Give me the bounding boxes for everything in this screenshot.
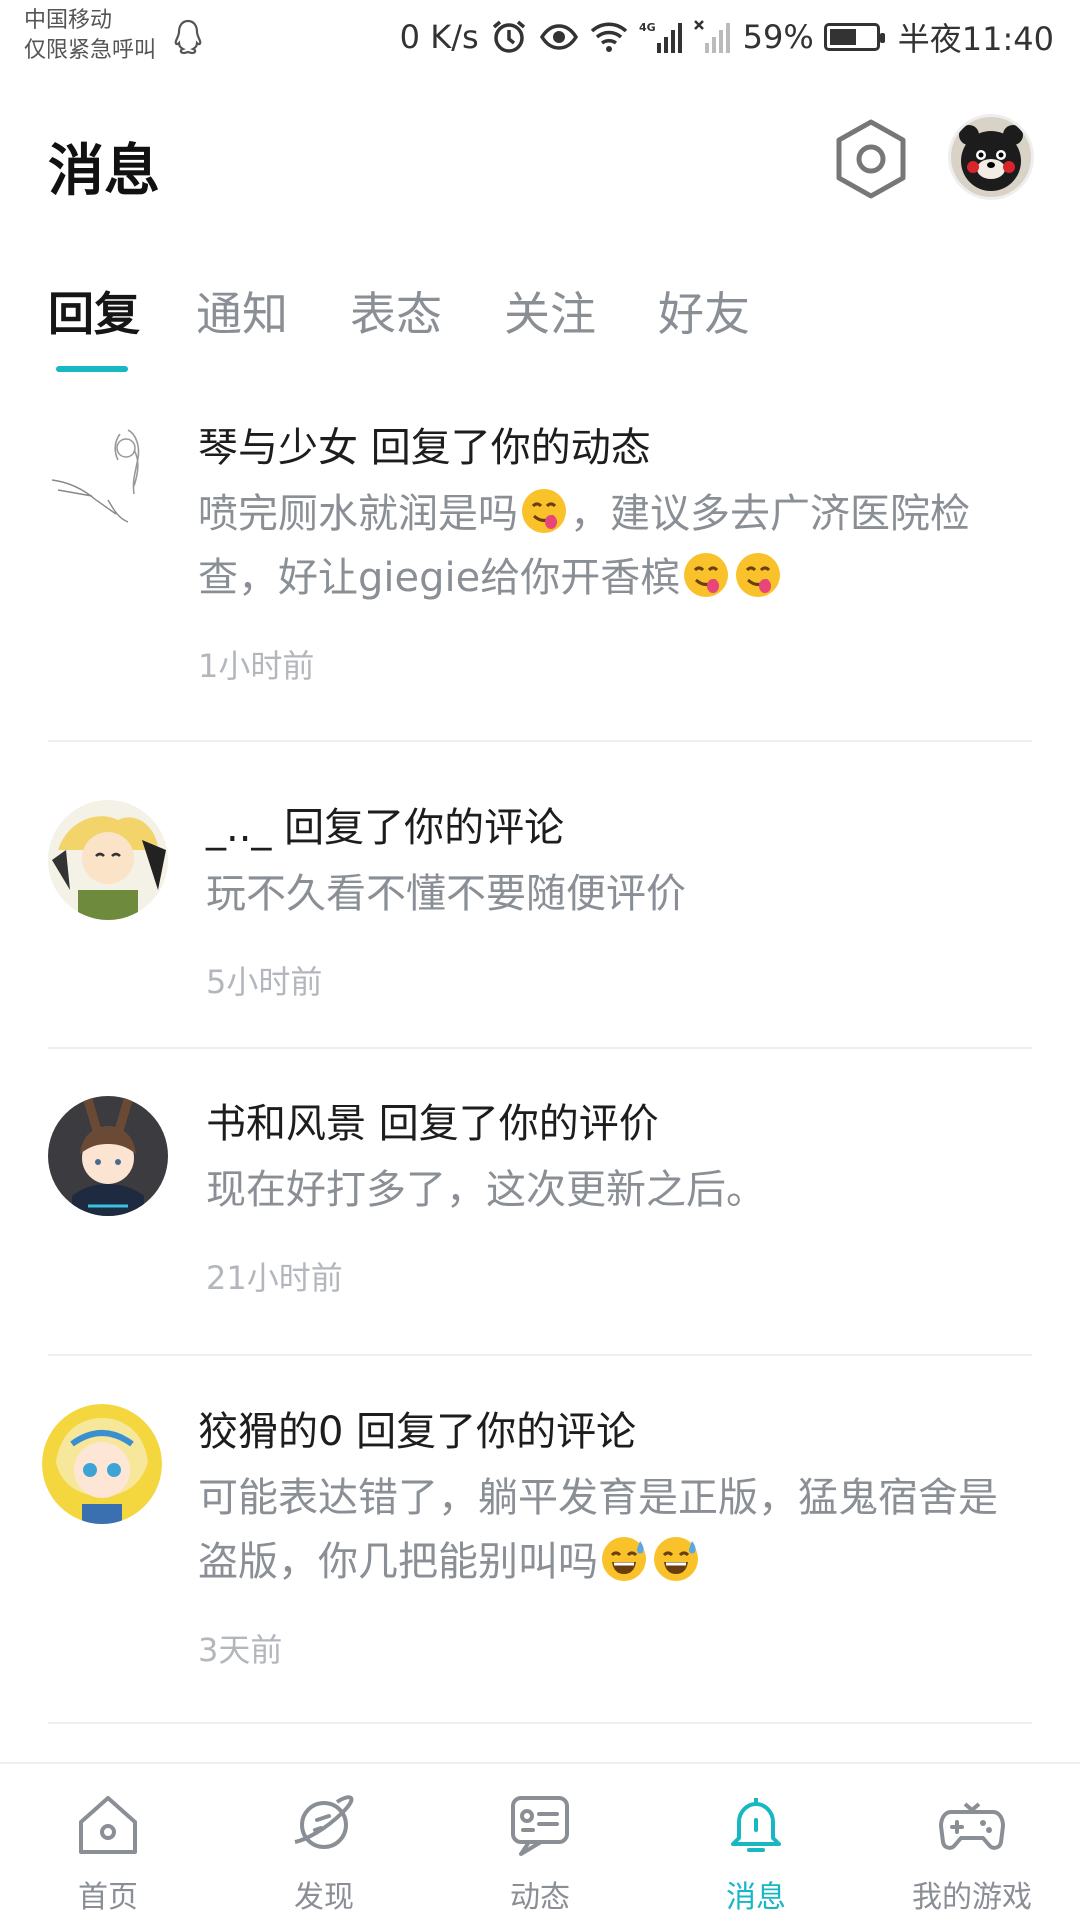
home-icon bbox=[79, 1796, 137, 1854]
avatar[interactable] bbox=[48, 420, 168, 540]
message-text: 现在好打多了，这次更新之后。 bbox=[206, 1158, 1032, 1222]
list-item[interactable]: _.._ 回复了你的评论 玩不久看不懂不要随便评价 5小时前 bbox=[48, 800, 1032, 1030]
tab-reaction[interactable]: 表态 bbox=[350, 278, 442, 344]
avatar[interactable] bbox=[42, 1404, 162, 1524]
eye-icon bbox=[539, 24, 578, 50]
avatar[interactable] bbox=[48, 1096, 168, 1216]
divider bbox=[48, 1047, 1032, 1049]
qq-icon bbox=[174, 19, 202, 55]
tab-notification[interactable]: 通知 bbox=[196, 278, 288, 344]
nav-home[interactable]: 首页 bbox=[0, 1790, 216, 1916]
tab-indicator bbox=[56, 366, 128, 372]
bell-icon bbox=[731, 1798, 781, 1852]
alarm-icon bbox=[492, 20, 525, 53]
sweat-smile-emoji bbox=[654, 1537, 698, 1581]
divider bbox=[48, 1354, 1032, 1356]
nav-label: 消息 bbox=[726, 1880, 786, 1915]
message-title: 书和风景 回复了你的评价 bbox=[206, 1096, 1032, 1152]
message-time: 5小时前 bbox=[206, 963, 323, 1001]
message-text-part: 现在好打多了，这次更新之后。 bbox=[206, 1167, 766, 1213]
message-text: 喷完厕水就润是吗 ，建议多去广济医院检查，好让giegie给你开香槟 bbox=[198, 482, 1032, 610]
message-text-part: 喷完厕水就润是吗 bbox=[198, 491, 518, 537]
nav-label: 我的游戏 bbox=[912, 1880, 1032, 1915]
nav-label: 发现 bbox=[294, 1880, 354, 1915]
tab-reply[interactable]: 回复 bbox=[48, 278, 140, 344]
network-type: 4G bbox=[639, 21, 656, 34]
nav-my-games[interactable]: 我的游戏 bbox=[864, 1790, 1080, 1916]
user-avatar[interactable] bbox=[948, 114, 1034, 200]
nav-messages[interactable]: 消息 bbox=[648, 1790, 864, 1916]
message-user[interactable]: 琴与少女 bbox=[198, 425, 358, 471]
message-user[interactable]: _.._ bbox=[206, 805, 271, 851]
nav-discover[interactable]: 发现 bbox=[216, 1790, 432, 1916]
message-action: 回复了你的评价 bbox=[378, 1101, 659, 1147]
list-item[interactable]: 琴与少女 回复了你的动态 喷完厕水就润是吗 ，建议多去广济医院检查，好让giegi… bbox=[48, 420, 1032, 720]
carrier-text: 中国移动 仅限紧急呼叫 bbox=[24, 6, 156, 66]
message-action: 回复了你的动态 bbox=[370, 425, 651, 471]
page-title: 消息 bbox=[48, 139, 160, 204]
message-text-part: 玩不久看不懂不要随便评价 bbox=[206, 871, 686, 917]
hexagon-gear-icon[interactable] bbox=[834, 118, 908, 200]
tab-friends[interactable]: 好友 bbox=[658, 278, 750, 344]
anime-girl-avatar bbox=[42, 1404, 162, 1524]
net-speed: 0 K/s bbox=[399, 18, 479, 56]
anime-boy-avatar bbox=[48, 800, 168, 920]
message-title: 琴与少女 回复了你的动态 bbox=[198, 420, 1032, 476]
divider bbox=[48, 1722, 1032, 1724]
message-text-part: 可能表达错了，躺平发育是正版，猛鬼宿舍是盗版，你几把能别叫吗 bbox=[198, 1475, 998, 1585]
list-item[interactable]: 狡猾的0 回复了你的评论 可能表达错了，躺平发育是正版，猛鬼宿舍是盗版，你几把能… bbox=[42, 1404, 1032, 1704]
nav-feed[interactable]: 动态 bbox=[432, 1790, 648, 1916]
message-time: 1小时前 bbox=[198, 647, 315, 685]
message-title: _.._ 回复了你的评论 bbox=[206, 800, 1032, 856]
message-action: 回复了你的评论 bbox=[284, 805, 565, 851]
carrier-status: 仅限紧急呼叫 bbox=[24, 38, 157, 63]
nav-label: 首页 bbox=[78, 1880, 138, 1915]
status-bar: 中国移动 仅限紧急呼叫 0 K/s 4G 59% 半夜11:40 bbox=[0, 0, 1080, 76]
sweat-smile-emoji bbox=[602, 1537, 646, 1581]
wifi-icon bbox=[590, 22, 627, 52]
gamepad-icon bbox=[939, 1802, 1005, 1850]
bunny-girl-avatar bbox=[48, 1096, 168, 1216]
message-text: 可能表达错了，躺平发育是正版，猛鬼宿舍是盗版，你几把能别叫吗 bbox=[198, 1466, 1032, 1594]
battery-icon bbox=[823, 23, 885, 51]
carrier-name: 中国移动 bbox=[24, 8, 113, 33]
bottom-nav: 首页 发现 动态 消息 我的游戏 bbox=[0, 1762, 1080, 1922]
message-title: 狡猾的0 回复了你的评论 bbox=[198, 1404, 1032, 1460]
message-action: 回复了你的评论 bbox=[356, 1409, 637, 1455]
tab-follow[interactable]: 关注 bbox=[504, 278, 596, 344]
battery-level-fill bbox=[829, 29, 856, 45]
page-header: 消息 bbox=[0, 96, 1080, 226]
message-text: 玩不久看不懂不要随便评价 bbox=[206, 862, 1032, 926]
message-time: 21小时前 bbox=[206, 1259, 343, 1297]
planet-icon bbox=[294, 1795, 354, 1849]
kumamon-avatar bbox=[951, 117, 1031, 197]
message-user[interactable]: 狡猾的0 bbox=[198, 1409, 343, 1455]
signal-icon: 4G bbox=[639, 21, 682, 53]
nav-label: 动态 bbox=[510, 1880, 570, 1915]
message-user[interactable]: 书和风景 bbox=[206, 1101, 366, 1147]
feed-icon bbox=[511, 1796, 569, 1856]
list-item[interactable]: 书和风景 回复了你的评价 现在好打多了，这次更新之后。 21小时前 bbox=[48, 1096, 1032, 1326]
clock: 半夜11:40 bbox=[897, 20, 1054, 58]
savoring-face-emoji bbox=[522, 489, 566, 533]
no-signal-icon bbox=[693, 20, 730, 53]
avatar[interactable] bbox=[48, 800, 168, 920]
sketch-avatar bbox=[48, 420, 168, 540]
savoring-face-emoji bbox=[736, 553, 781, 597]
battery-percent: 59% bbox=[742, 18, 814, 56]
divider bbox=[48, 740, 1032, 742]
message-time: 3天前 bbox=[198, 1631, 283, 1669]
message-tabs: 回复 通知 表态 关注 好友 bbox=[0, 270, 1080, 380]
savoring-face-emoji bbox=[684, 553, 729, 597]
